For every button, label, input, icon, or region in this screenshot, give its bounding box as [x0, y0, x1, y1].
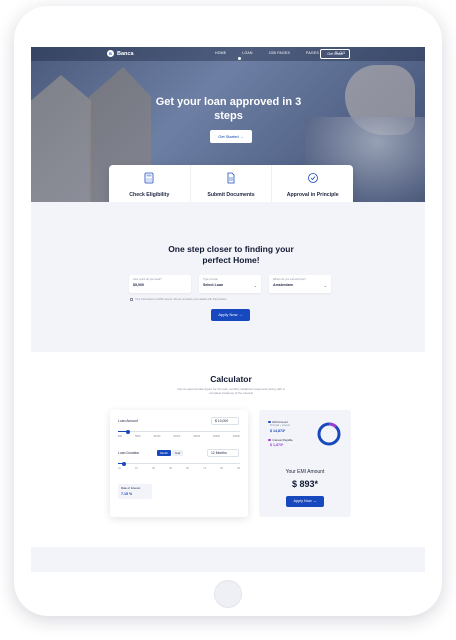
tick-label: $300K [233, 435, 240, 438]
logo-icon: B [107, 50, 114, 57]
toggle-month[interactable]: Month [157, 450, 171, 456]
calculator-icon [144, 172, 154, 184]
location-select[interactable]: Where do you currently live? Amsterdam ⌄ [269, 275, 331, 293]
loan-duration-input[interactable]: 12 Months [207, 449, 239, 457]
loan-amount-slider[interactable] [118, 429, 240, 434]
toggle-year[interactable]: Year [172, 450, 183, 456]
calculator-card: Loan Amount $ 10,000 $5K $50K $100K $150K $2… [110, 410, 248, 517]
chevron-down-icon: ⌄ [323, 283, 327, 288]
legend-label: Interest Payable [272, 438, 293, 442]
field-label: How much do you need? [133, 278, 162, 281]
tick-label: 84 [220, 467, 223, 470]
loan-amount-input[interactable]: $ 10,000 [211, 417, 239, 425]
tick-label: 24 [135, 467, 138, 470]
loan-finder-section: One step closer to finding your perfect … [31, 202, 425, 352]
duration-ticks: 12 24 36 48 60 72 84 96 [118, 467, 240, 470]
legend-interest: Interest Payable [268, 438, 293, 442]
logo-text: Banca [117, 50, 134, 57]
field-label: Where do you currently live? [273, 278, 306, 281]
field-value: Amsterdam [273, 283, 293, 287]
tick-label: 72 [203, 467, 206, 470]
tick-label: $200K [193, 435, 201, 438]
field-value: Select Loan [203, 283, 224, 287]
legend-dot [268, 438, 271, 442]
loan-duration-slider[interactable] [118, 461, 240, 466]
roi-value: 7.15 % [121, 492, 133, 496]
disclaimer-text: Your information is 100% secure. We do n… [135, 298, 227, 301]
roi-label: Rate of Interest [121, 486, 141, 490]
field-value: $5,000 [133, 283, 144, 287]
check-badge-icon [307, 173, 318, 183]
step-title: Approval in Principle [286, 192, 339, 198]
screen: B Banca HOME LOAN JOB PAGES PAGES BLOG G… [31, 47, 425, 572]
amount-ticks: $5K $50K $100K $150K $200K $250K $300K [118, 435, 240, 438]
emi-donut-chart [317, 422, 341, 446]
tick-label: $100K [153, 435, 161, 438]
slider-handle[interactable] [125, 429, 130, 434]
emi-amount-value: $ 14,873* [270, 429, 286, 433]
tick-label: 48 [169, 467, 172, 470]
apply-now-button[interactable]: Apply Now → [286, 496, 324, 507]
footer-strip [31, 547, 425, 572]
emi-total-label: Your EMI Amount [285, 469, 325, 475]
tick-label: 60 [186, 467, 189, 470]
loan-type-select[interactable]: Type of Loan Select Loan ⌄ [199, 275, 261, 293]
field-label: Type of Loan [203, 278, 218, 281]
tick-label: $50K [135, 435, 141, 438]
nav-link-home[interactable]: HOME [215, 51, 226, 55]
rate-of-interest-box[interactable]: Rate of Interest 7.15 % [118, 484, 152, 499]
slider-handle[interactable] [122, 461, 127, 466]
chevron-down-icon: ⌄ [253, 283, 257, 288]
nav-link-pages[interactable]: PAGES [306, 51, 319, 55]
interest-value: $ 1,873* [270, 443, 284, 447]
disclaimer: Your information is 100% secure. We do n… [130, 298, 227, 301]
calculator-title: Calculator [210, 374, 252, 384]
get-started-button[interactable]: Get Started → [210, 130, 252, 143]
tick-label: 12 [118, 467, 121, 470]
home-button[interactable] [214, 580, 242, 608]
finder-title: One step closer to finding your perfect … [168, 244, 294, 265]
legend-sub: Principal + Interest [270, 424, 290, 427]
calculator-subtitle: Get an approximate figure for the loan m… [177, 387, 285, 395]
loan-duration-label: Loan Duration [118, 451, 140, 455]
house-image [31, 75, 91, 202]
apply-now-button[interactable]: Apply Now → [211, 309, 250, 321]
checkbox[interactable] [130, 298, 133, 301]
tick-label: $250K [213, 435, 221, 438]
nav-link-job-pages[interactable]: JOB PAGES [269, 51, 290, 55]
step-title: Submit Documents [207, 192, 255, 198]
logo[interactable]: B Banca [107, 50, 134, 57]
emi-total-value: $ 893* [291, 479, 319, 489]
nav-link-loan[interactable]: LOAN [242, 51, 252, 55]
tick-label: 96 [237, 467, 240, 470]
loan-amount-label: Loan Amount [118, 419, 138, 423]
amount-field[interactable]: How much do you need? $5,000 [129, 275, 191, 293]
donut-principal-arc [317, 422, 341, 446]
legend-dot [268, 420, 271, 424]
nav-active-indicator [238, 57, 241, 60]
document-icon [227, 172, 235, 184]
step-title: Check Eligibility [129, 192, 170, 198]
top-nav: B Banca HOME LOAN JOB PAGES PAGES BLOG G… [31, 47, 425, 61]
tick-label: $5K [118, 435, 123, 438]
get-loan-button[interactable]: Get Loan [320, 49, 350, 59]
tick-label: 36 [152, 467, 155, 470]
tick-label: $150K [173, 435, 181, 438]
emi-card: EMI Amount Principal + Interest $ 14,873… [259, 410, 351, 517]
hero-title: Get your loan approved in 3 steps [155, 96, 302, 122]
